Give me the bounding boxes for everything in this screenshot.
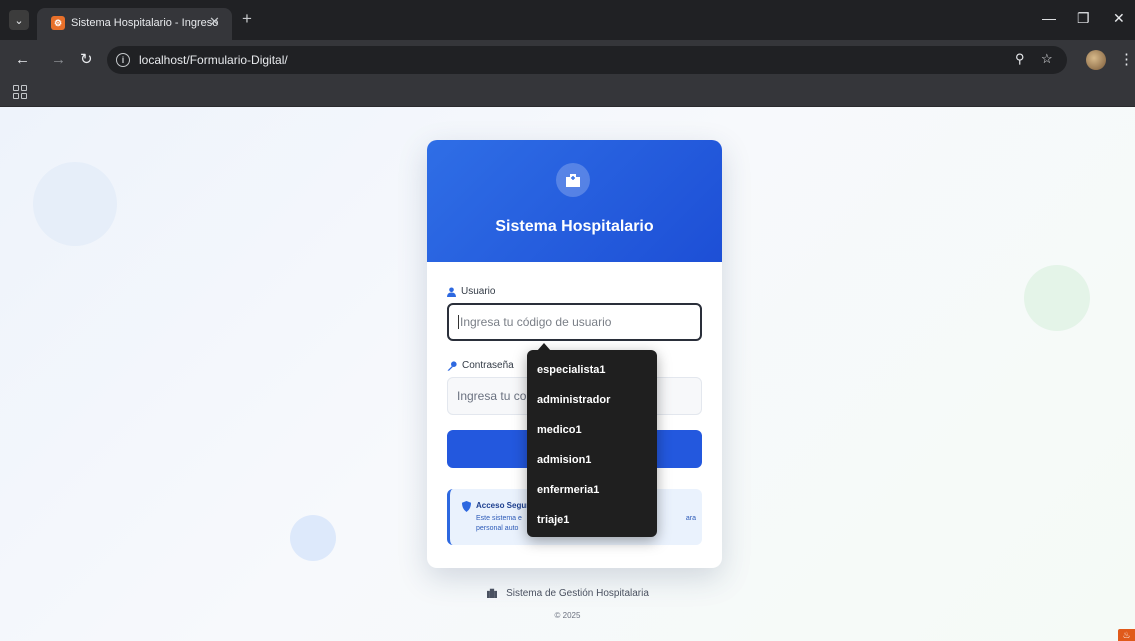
favicon-icon: ⚙ [51,16,65,30]
autocomplete-option[interactable]: administrador [527,385,657,415]
user-icon [447,287,456,297]
site-info-icon[interactable]: i [116,53,130,67]
browser-tabstrip: ⌄ ⚙ Sistema Hospitalario - Ingreso ✕ + —… [0,0,1135,40]
username-input[interactable]: Ingresa tu código de usuario [447,303,702,341]
username-label: Usuario [447,286,495,297]
hospital-icon [556,163,590,197]
browser-tab[interactable]: ⚙ Sistema Hospitalario - Ingreso ✕ [37,8,232,40]
card-header: Sistema Hospitalario [427,140,722,262]
tab-search-chevron-icon[interactable]: ⌄ [9,10,29,30]
restore-icon[interactable]: ❐ [1077,8,1090,28]
autocomplete-dropdown: especialista1 administrador medico1 admi… [527,350,657,537]
shield-icon [462,501,471,512]
notice-body-line1-end: ara [685,515,696,522]
notice-body-line1: Este sistema e [476,515,522,522]
plus-icon[interactable]: + [242,9,252,29]
apps-grid-icon[interactable] [13,85,27,99]
autocomplete-option[interactable]: admision1 [527,445,657,475]
autocomplete-option[interactable]: triaje1 [527,505,657,535]
password-label-text: Contraseña [462,360,514,371]
hospital-icon [487,588,498,598]
autocomplete-option[interactable]: enfermeria1 [527,475,657,505]
autocomplete-option[interactable]: medico1 [527,415,657,445]
bookmarks-bar [0,80,1135,107]
decorative-circle [1024,265,1090,331]
close-icon[interactable]: ✕ [209,14,220,30]
notice-title: Acceso Segur [476,501,530,510]
back-icon[interactable]: ← [15,51,30,69]
tab-title: Sistema Hospitalario - Ingreso [71,17,219,29]
username-label-text: Usuario [461,286,496,297]
username-placeholder: Ingresa tu código de usuario [460,315,612,329]
decorative-circle [290,515,336,561]
password-label: Contraseña [447,360,514,371]
key-icon [447,360,457,371]
minimize-icon[interactable]: — [1042,8,1056,28]
text-caret [458,315,459,329]
profile-avatar[interactable] [1086,50,1106,70]
zoom-icon[interactable]: ⚲ [1015,51,1025,67]
url-text: localhost/Formulario-Digital/ [139,53,288,67]
page-footer: Sistema de Gestión Hospitalaria © 2025 [0,585,1135,620]
kebab-menu-icon[interactable]: ⋮ [1119,50,1134,68]
flame-icon[interactable]: ♨ [1118,629,1135,641]
browser-toolbar: ← → ↻ i localhost/Formulario-Digital/ ⚲ … [0,40,1135,80]
page-title: Sistema Hospitalario [495,218,654,235]
footer-copyright: © 2025 [554,611,581,620]
autocomplete-option[interactable]: especialista1 [527,355,657,385]
address-bar[interactable]: i localhost/Formulario-Digital/ ⚲ ☆ [107,46,1067,74]
decorative-circle [33,162,117,246]
footer-line: Sistema de Gestión Hospitalaria [486,588,649,599]
password-placeholder: Ingresa tu con [457,389,534,403]
page-background: Sistema Hospitalario Usuario Ingresa tu … [0,107,1135,641]
star-icon[interactable]: ☆ [1041,51,1053,67]
forward-icon[interactable]: → [51,51,66,69]
reload-icon[interactable]: ↻ [80,51,93,69]
close-window-icon[interactable]: ✕ [1113,8,1125,28]
footer-system-name: Sistema de Gestión Hospitalaria [506,587,649,599]
